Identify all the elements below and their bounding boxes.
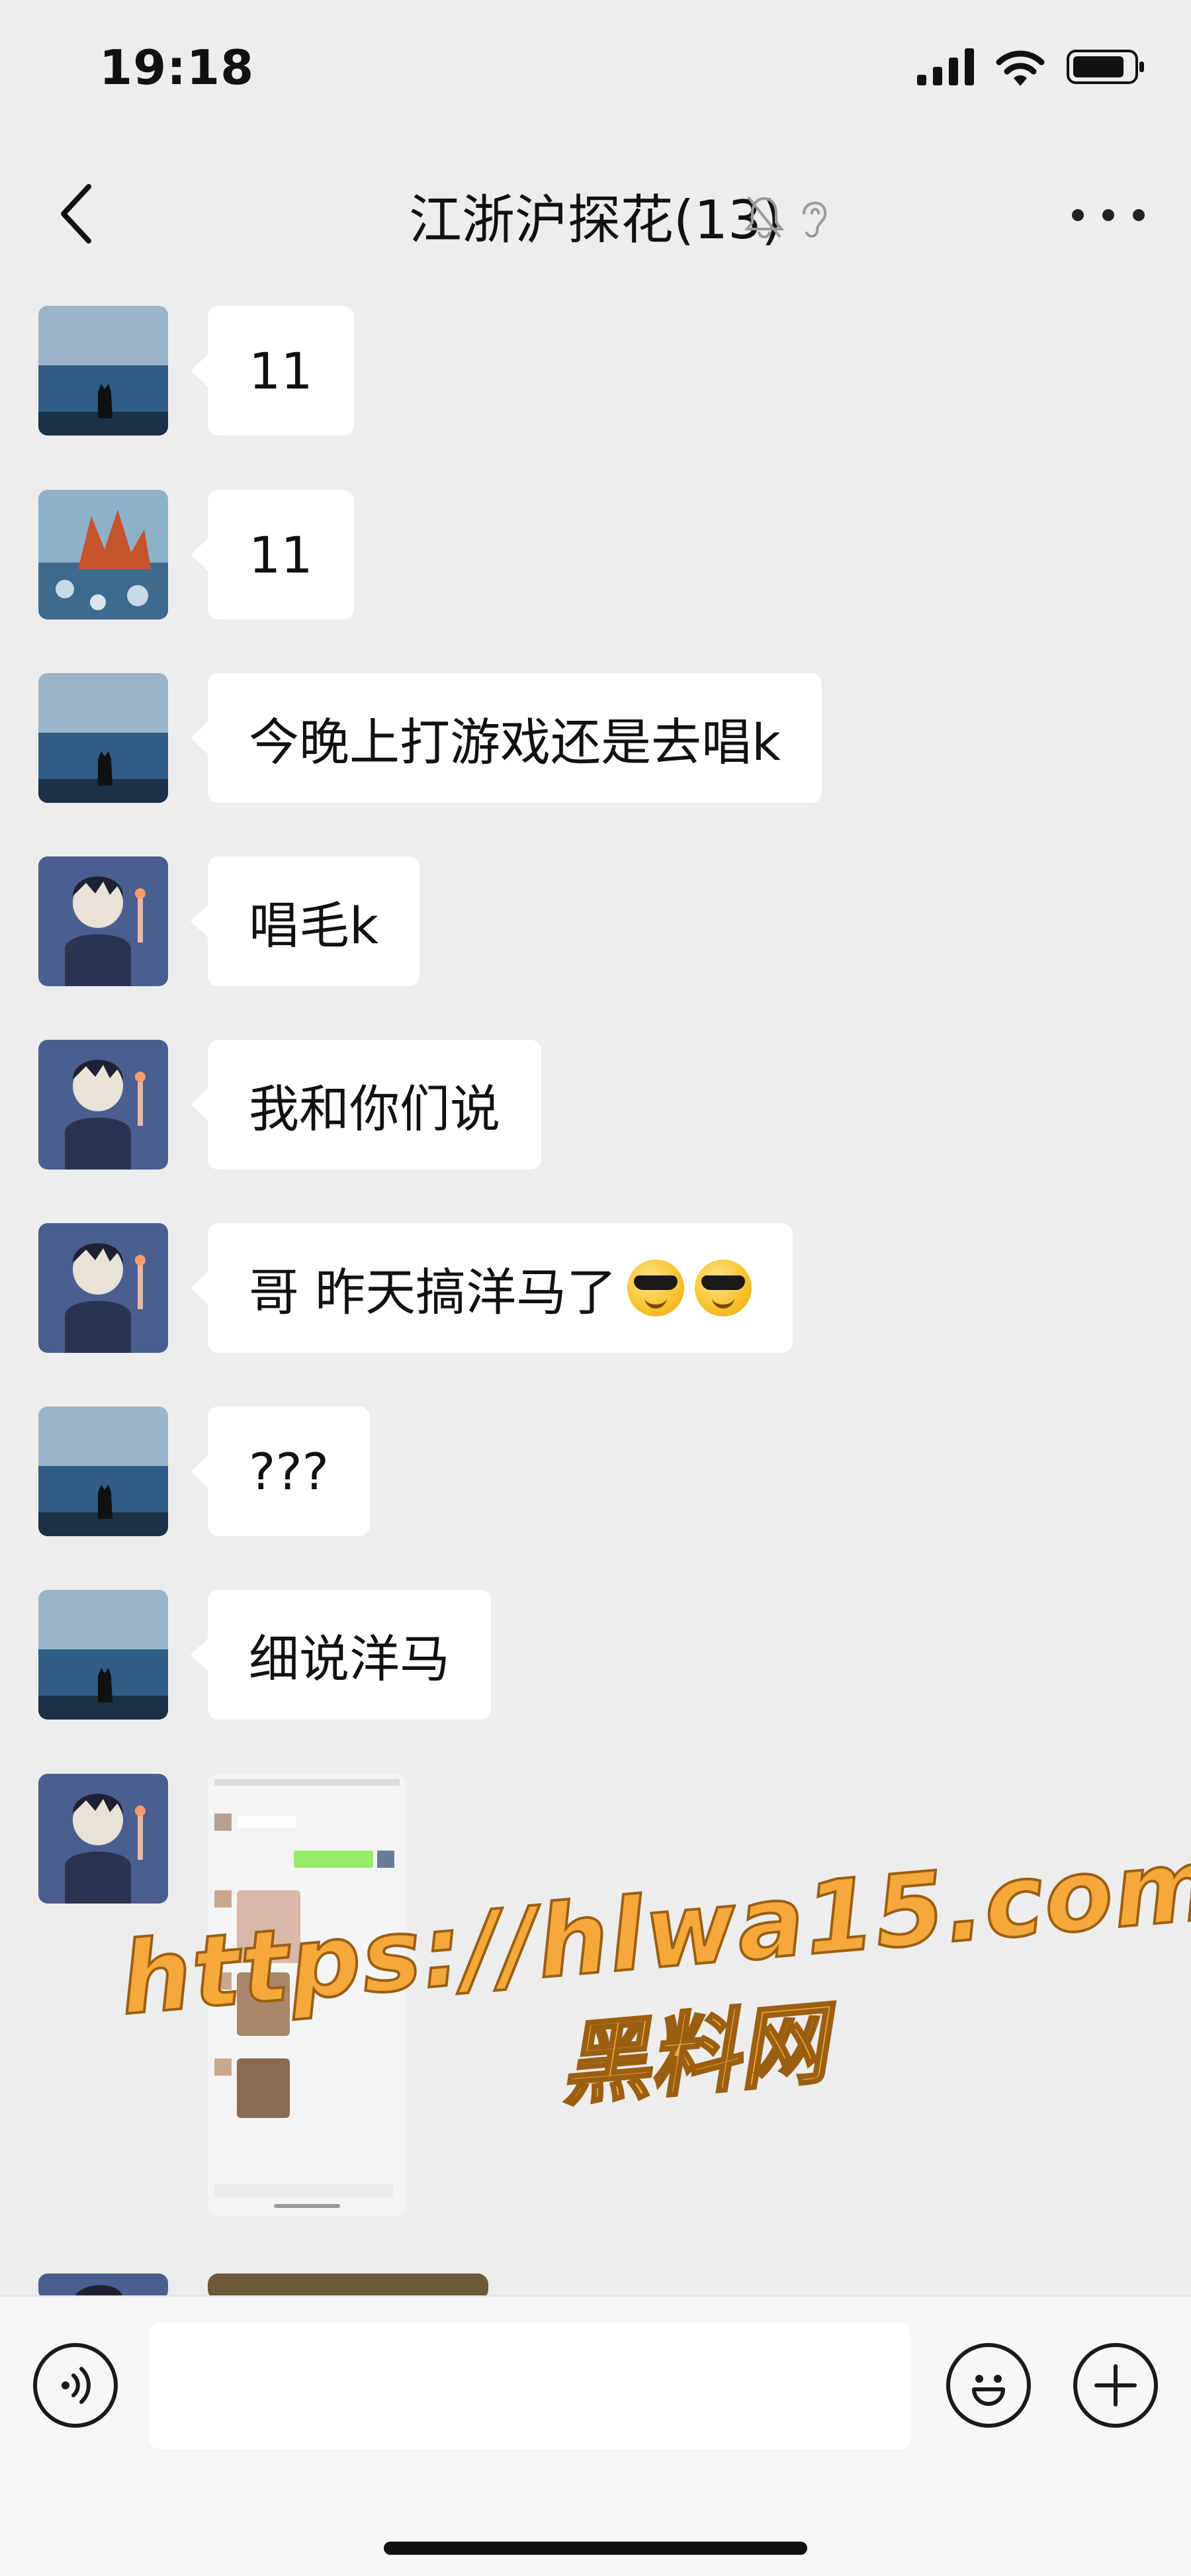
muted-bell-icon: [744, 196, 784, 238]
message-row: 细说洋马: [38, 1590, 491, 1720]
message-bubble[interactable]: 唱毛k: [190, 856, 420, 986]
plus-button[interactable]: [1073, 2343, 1158, 2428]
wifi-icon: [996, 50, 1045, 86]
message-row: 今晚上打游戏还是去唱k: [38, 673, 822, 803]
input-bar: [0, 2295, 1191, 2576]
anime-boy-avatar-image: [38, 856, 168, 986]
watermark-label: 黑料网: [554, 1990, 833, 2119]
message-row: 11: [38, 306, 354, 436]
message-text: 我和你们说: [249, 1080, 500, 1138]
image-message[interactable]: [208, 1774, 406, 2216]
message-text: 今晚上打游戏还是去唱k: [249, 713, 781, 772]
ear-icon: [803, 201, 827, 238]
sunglasses-emoji-icon: [627, 1260, 685, 1316]
status-icons: [917, 48, 1145, 86]
avatar[interactable]: [38, 306, 168, 436]
message-bubble[interactable]: 今晚上打游戏还是去唱k: [190, 673, 822, 803]
message-bubble[interactable]: ???: [190, 1406, 371, 1536]
avatar[interactable]: [38, 856, 168, 986]
message-bubble[interactable]: 11: [191, 490, 354, 620]
message-text: 哥 昨天搞洋马了: [249, 1263, 617, 1322]
nav-bar: 江浙沪探花(13): [0, 139, 1191, 278]
message-row: ???: [38, 1406, 371, 1536]
voice-icon: [62, 2367, 91, 2404]
emoji-button[interactable]: [946, 2343, 1031, 2428]
cat-sea-avatar-image: [38, 673, 168, 803]
message-row: 哥 昨天搞洋马了: [38, 1223, 793, 1353]
chat-screenshot-thumbnail: [208, 1774, 406, 2216]
message-input[interactable]: [150, 2323, 910, 2449]
anime-boy-avatar-image: [38, 1223, 168, 1353]
message-bubble[interactable]: 我和你们说: [191, 1040, 541, 1170]
message-bubble[interactable]: 11: [191, 306, 354, 436]
avatar[interactable]: [38, 490, 168, 620]
avatar[interactable]: [38, 673, 168, 803]
more-options-button[interactable]: [1072, 202, 1145, 228]
coral-sea-avatar-image: [38, 490, 168, 620]
home-indicator[interactable]: [384, 2542, 807, 2555]
message-text: ???: [249, 1442, 330, 1501]
anime-boy-avatar-image: [38, 1040, 168, 1170]
voice-button[interactable]: [33, 2343, 118, 2428]
status-bar: 19:18: [0, 0, 1191, 139]
status-time: 19:18: [99, 40, 255, 95]
more-dot-icon: [1102, 209, 1114, 221]
cat-sea-avatar-image: [38, 306, 168, 436]
message-text: 细说洋马: [249, 1630, 450, 1688]
message-text: 11: [249, 525, 313, 584]
avatar[interactable]: [38, 1590, 168, 1720]
mute-indicators: [744, 193, 830, 240]
message-row: [38, 1774, 406, 2216]
cat-sea-avatar-image: [38, 1590, 168, 1720]
message-bubble[interactable]: 哥 昨天搞洋马了: [190, 1223, 793, 1353]
anime-boy-avatar-image: [38, 1774, 168, 1904]
message-bubble[interactable]: 细说洋马: [191, 1590, 491, 1720]
message-row: 我和你们说: [38, 1040, 541, 1170]
avatar[interactable]: [38, 1774, 168, 1904]
plus-icon: [1094, 2364, 1137, 2407]
emoji-icon: [972, 2375, 1005, 2406]
message-text: 11: [249, 341, 313, 400]
more-dot-icon: [1072, 209, 1084, 221]
more-dot-icon: [1133, 209, 1145, 221]
chat-screen: 19:18 江浙沪探花(13) 11 11 今晚上打游戏还是去唱k 唱毛k 我和…: [0, 0, 1191, 2576]
avatar[interactable]: [38, 1406, 168, 1536]
avatar[interactable]: [38, 1223, 168, 1353]
message-text: 唱毛k: [249, 896, 379, 955]
chat-title: 江浙沪探花(13): [408, 189, 783, 251]
signal-icon: [917, 48, 974, 85]
message-row: 11: [38, 490, 354, 620]
cat-sea-avatar-image: [38, 1406, 168, 1536]
message-row: 唱毛k: [38, 856, 420, 986]
avatar[interactable]: [38, 1040, 168, 1170]
sunglasses-emoji-icon: [695, 1260, 752, 1316]
battery-icon: [1067, 50, 1144, 84]
